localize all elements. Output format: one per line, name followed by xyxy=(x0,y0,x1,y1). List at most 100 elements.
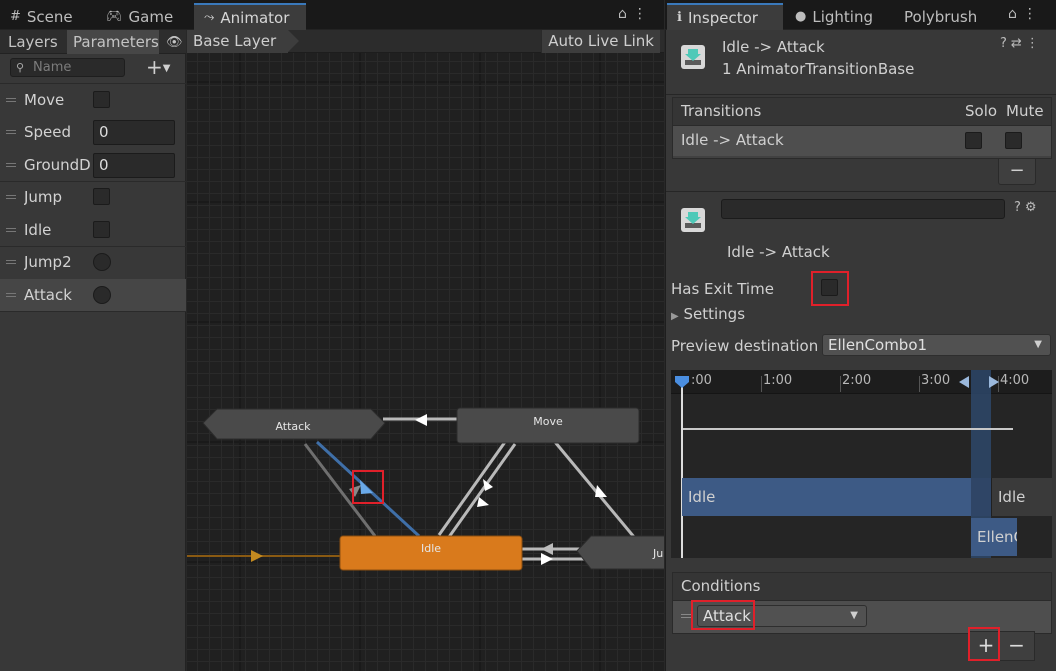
transition-arrow-icon xyxy=(595,485,607,497)
lock-icon[interactable]: ⌂ xyxy=(1008,6,1023,22)
search-placeholder: Name xyxy=(33,60,72,75)
solo-checkbox[interactable] xyxy=(965,132,982,149)
tab-game[interactable]: 🎮︎ Game xyxy=(96,3,183,30)
param-idle[interactable]: Idle xyxy=(0,214,186,246)
header-buttons: ?⇄⋮ xyxy=(1000,36,1043,51)
state-jump[interactable] xyxy=(576,535,664,570)
preset-icon[interactable]: ⇄ xyxy=(1011,36,1026,51)
transition-arrow-icon xyxy=(541,543,553,555)
remove-transition-button[interactable]: − xyxy=(998,159,1036,185)
has-exit-time-label: Has Exit Time xyxy=(671,280,774,298)
transition-timeline[interactable]: :00 1:00 2:00 3:00 4:00 Idle Idle EllenC xyxy=(671,370,1052,558)
transition-icon xyxy=(681,45,705,69)
source-clip-label: Idle xyxy=(688,488,716,506)
settings-foldout[interactable]: ▶ Settings xyxy=(671,305,745,323)
tick-label: 3:00 xyxy=(921,373,951,388)
window-controls[interactable]: ⌂⋮ xyxy=(1008,6,1043,22)
state-jump-label: Ju xyxy=(652,547,663,560)
settings-gear-icon[interactable]: ⚙ xyxy=(1025,200,1041,215)
tab-label: Inspector xyxy=(687,8,758,27)
mute-checkbox[interactable] xyxy=(1005,132,1022,149)
source-clip-repeat: Idle xyxy=(991,478,1052,516)
tab-inspector[interactable]: ℹ Inspector xyxy=(667,3,783,30)
state-attack-label: Attack xyxy=(275,420,311,433)
help-icon[interactable]: ? xyxy=(1014,200,1025,215)
tick-label: 4:00 xyxy=(1000,373,1030,388)
highlight-box xyxy=(691,600,755,630)
drag-handle[interactable] xyxy=(6,130,16,134)
drag-handle[interactable] xyxy=(681,614,691,618)
tab-parameters[interactable]: Parameters xyxy=(67,30,159,54)
tick-label: 1:00 xyxy=(763,373,793,388)
preview-destination-dropdown[interactable]: EllenCombo1 ▼ xyxy=(822,334,1051,356)
drag-handle[interactable] xyxy=(6,195,16,199)
transition-row[interactable]: Idle -> Attack xyxy=(673,126,1051,156)
tab-lighting[interactable]: ● Lighting xyxy=(785,3,883,30)
transition-arrow-icon xyxy=(415,414,427,426)
menu-icon[interactable]: ⋮ xyxy=(633,6,653,22)
param-name: Move xyxy=(24,91,65,109)
parameter-search-input[interactable]: ⚲ Name xyxy=(10,58,125,77)
tab-scene[interactable]: # Scene xyxy=(0,3,83,30)
drag-handle[interactable] xyxy=(6,293,16,297)
help-icon[interactable]: ? xyxy=(1000,36,1011,51)
trigger-radio[interactable] xyxy=(93,286,111,304)
param-move[interactable]: Move xyxy=(0,84,186,116)
lock-icon[interactable]: ⌂ xyxy=(618,6,633,22)
drag-handle[interactable] xyxy=(6,260,16,264)
animator-graph-canvas[interactable]: Attack Move Idle Ju xyxy=(187,53,664,671)
header-buttons: ?⚙ xyxy=(1014,200,1041,215)
curve-line xyxy=(683,428,1013,430)
transitions-header-label: Transitions xyxy=(681,102,762,120)
transition-arrow-icon xyxy=(477,497,489,507)
tick-label: 2:00 xyxy=(842,373,872,388)
state-idle-label: Idle xyxy=(421,542,441,555)
param-grounddistance[interactable]: GroundDi 0 xyxy=(0,149,186,181)
auto-live-link-button[interactable]: Auto Live Link xyxy=(541,30,660,53)
inspector-title: Idle -> Attack xyxy=(722,38,825,56)
param-jump2[interactable]: Jump2 xyxy=(0,246,186,278)
conditions-header-label: Conditions xyxy=(681,577,761,595)
trigger-radio[interactable] xyxy=(93,253,111,271)
selected-transition-arrow-icon xyxy=(360,480,373,494)
bool-checkbox[interactable] xyxy=(93,221,110,238)
transition-idle-to-move[interactable] xyxy=(437,441,507,536)
bool-checkbox[interactable] xyxy=(93,188,110,205)
window-controls[interactable]: ⌂⋮ xyxy=(618,6,653,22)
drag-handle[interactable] xyxy=(6,228,16,232)
transition-start-marker-icon[interactable] xyxy=(957,376,969,388)
float-field[interactable]: 0 xyxy=(93,120,175,145)
timeline-playhead[interactable] xyxy=(681,378,683,558)
chevron-down-icon: ▼ xyxy=(850,610,858,621)
param-name: GroundDi xyxy=(24,156,92,174)
transition-end-marker-icon[interactable] xyxy=(989,376,1001,388)
menu-icon[interactable]: ⋮ xyxy=(1023,6,1043,22)
remove-condition-button[interactable]: − xyxy=(999,631,1035,661)
gamepad-icon: 🎮︎ xyxy=(106,9,123,24)
tab-label: Animator xyxy=(220,8,290,27)
add-parameter-button[interactable]: +▼ xyxy=(146,55,170,79)
tab-layers[interactable]: Layers xyxy=(2,30,64,54)
destination-clip-bar[interactable]: EllenC xyxy=(971,518,1017,556)
tab-polybrush[interactable]: Polybrush xyxy=(894,3,987,30)
source-clip-repeat-label: Idle xyxy=(998,488,1026,506)
transition-move-to-idle[interactable] xyxy=(447,443,517,538)
bool-checkbox[interactable] xyxy=(93,91,110,108)
animator-icon: ⤳ xyxy=(204,10,215,25)
source-clip-bar[interactable]: Idle xyxy=(682,478,971,516)
param-jump[interactable]: Jump xyxy=(0,181,186,213)
breadcrumb-base-layer[interactable]: Base Layer xyxy=(187,30,300,53)
transition-arrow-icon xyxy=(349,485,361,497)
menu-icon[interactable]: ⋮ xyxy=(1026,36,1043,51)
drag-handle[interactable] xyxy=(6,163,16,167)
drag-handle[interactable] xyxy=(6,98,16,102)
transition-name-input[interactable] xyxy=(721,199,1005,219)
float-field[interactable]: 0 xyxy=(93,153,175,178)
eye-icon[interactable]: 👁︎ xyxy=(160,30,189,54)
info-icon: ℹ xyxy=(677,10,682,25)
tab-animator[interactable]: ⤳ Animator xyxy=(194,3,306,30)
tab-label: Game xyxy=(128,7,174,26)
param-attack[interactable]: Attack xyxy=(0,279,186,311)
param-speed[interactable]: Speed 0 xyxy=(0,116,186,148)
transition-icon xyxy=(681,208,705,232)
